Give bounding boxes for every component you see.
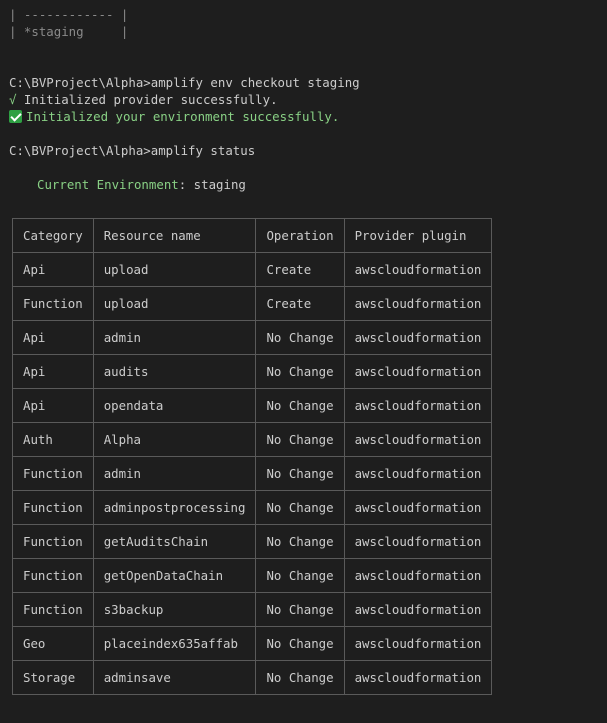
cell-category: Auth bbox=[12, 422, 94, 457]
cell-provider-plugin: awscloudformation bbox=[343, 422, 493, 457]
table-row: Storage adminsave No Change awscloudform… bbox=[12, 660, 493, 695]
cell-provider-plugin: awscloudformation bbox=[343, 490, 493, 525]
cell-resource-name: s3backup bbox=[92, 592, 257, 627]
env-list-current: | *staging | bbox=[9, 23, 128, 40]
cell-resource-name: audits bbox=[92, 354, 257, 389]
cell-provider-plugin: awscloudformation bbox=[343, 354, 493, 389]
green-check-box-icon bbox=[9, 110, 22, 123]
cell-provider-plugin: awscloudformation bbox=[343, 286, 493, 321]
cell-operation: No Change bbox=[255, 558, 345, 593]
cell-resource-name: adminsave bbox=[92, 660, 257, 695]
status-table: Category Resource name Operation Provide… bbox=[12, 218, 493, 695]
cell-resource-name: getOpenDataChain bbox=[92, 558, 257, 593]
cell-operation: No Change bbox=[255, 422, 345, 457]
table-row: Function adminpostprocessing No Change a… bbox=[12, 490, 493, 525]
env-list-separator: | ------------ | bbox=[9, 7, 129, 22]
cell-resource-name: admin bbox=[92, 456, 257, 491]
table-row: Api upload Create awscloudformation bbox=[12, 252, 493, 287]
status-table-header-row: Category Resource name Operation Provide… bbox=[12, 218, 493, 253]
cell-resource-name: admin bbox=[92, 320, 257, 355]
cell-operation: No Change bbox=[255, 490, 345, 525]
provider-success-line: √ Initialized provider successfully. bbox=[9, 91, 278, 108]
table-row: Function upload Create awscloudformation bbox=[12, 286, 493, 321]
cell-category: Function bbox=[12, 490, 94, 525]
cell-category: Function bbox=[12, 558, 94, 593]
cell-category: Function bbox=[12, 524, 94, 559]
current-environment: Current Environment: staging bbox=[37, 176, 246, 193]
cell-category: Api bbox=[12, 354, 94, 389]
column-header-category: Category bbox=[12, 218, 94, 253]
cell-provider-plugin: awscloudformation bbox=[343, 252, 493, 287]
column-header-resource-name: Resource name bbox=[92, 218, 257, 253]
table-row: Geo placeindex635affab No Change awsclou… bbox=[12, 626, 493, 661]
table-row: Api audits No Change awscloudformation bbox=[12, 354, 493, 389]
current-environment-label: Current Environment bbox=[37, 177, 179, 192]
cell-provider-plugin: awscloudformation bbox=[343, 626, 493, 661]
cell-operation: No Change bbox=[255, 660, 345, 695]
cell-provider-plugin: awscloudformation bbox=[343, 388, 493, 423]
table-row: Function s3backup No Change awscloudform… bbox=[12, 592, 493, 627]
table-row: Function getOpenDataChain No Change awsc… bbox=[12, 558, 493, 593]
cell-category: Function bbox=[12, 286, 94, 321]
env-list-current-text: | *staging | bbox=[9, 24, 129, 39]
cell-operation: No Change bbox=[255, 388, 345, 423]
cell-operation: Create bbox=[255, 252, 345, 287]
table-row: Function admin No Change awscloudformati… bbox=[12, 456, 493, 491]
cell-resource-name: opendata bbox=[92, 388, 257, 423]
cell-resource-name: getAuditsChain bbox=[92, 524, 257, 559]
table-row: Auth Alpha No Change awscloudformation bbox=[12, 422, 493, 457]
command-status: C:\BVProject\Alpha>amplify status bbox=[9, 143, 256, 158]
cell-category: Storage bbox=[12, 660, 94, 695]
cell-operation: Create bbox=[255, 286, 345, 321]
cell-provider-plugin: awscloudformation bbox=[343, 456, 493, 491]
env-success-line: Initialized your environment successfull… bbox=[9, 108, 339, 125]
cell-operation: No Change bbox=[255, 456, 345, 491]
cell-category: Api bbox=[12, 252, 94, 287]
cell-resource-name: placeindex635affab bbox=[92, 626, 257, 661]
column-header-provider-plugin: Provider plugin bbox=[343, 218, 493, 253]
cell-category: Function bbox=[12, 456, 94, 491]
cell-operation: No Change bbox=[255, 592, 345, 627]
cell-provider-plugin: awscloudformation bbox=[343, 524, 493, 559]
cell-operation: No Change bbox=[255, 524, 345, 559]
cell-resource-name: upload bbox=[92, 286, 257, 321]
provider-success-text: Initialized provider successfully. bbox=[16, 92, 278, 107]
env-success-text: Initialized your environment successfull… bbox=[26, 109, 340, 124]
cell-provider-plugin: awscloudformation bbox=[343, 592, 493, 627]
cell-provider-plugin: awscloudformation bbox=[343, 660, 493, 695]
cell-operation: No Change bbox=[255, 320, 345, 355]
cell-category: Api bbox=[12, 320, 94, 355]
cell-category: Api bbox=[12, 388, 94, 423]
cell-operation: No Change bbox=[255, 354, 345, 389]
cell-provider-plugin: awscloudformation bbox=[343, 558, 493, 593]
cell-category: Function bbox=[12, 592, 94, 627]
current-environment-value: : staging bbox=[178, 177, 246, 192]
table-row: Function getAuditsChain No Change awsclo… bbox=[12, 524, 493, 559]
cell-resource-name: upload bbox=[92, 252, 257, 287]
cell-category: Geo bbox=[12, 626, 94, 661]
cell-provider-plugin: awscloudformation bbox=[343, 320, 493, 355]
cell-operation: No Change bbox=[255, 626, 345, 661]
cell-resource-name: Alpha bbox=[92, 422, 257, 457]
table-row: Api opendata No Change awscloudformation bbox=[12, 388, 493, 423]
cell-resource-name: adminpostprocessing bbox=[92, 490, 257, 525]
command-checkout: C:\BVProject\Alpha>amplify env checkout … bbox=[9, 75, 360, 90]
table-row: Api admin No Change awscloudformation bbox=[12, 320, 493, 355]
column-header-operation: Operation bbox=[255, 218, 345, 253]
